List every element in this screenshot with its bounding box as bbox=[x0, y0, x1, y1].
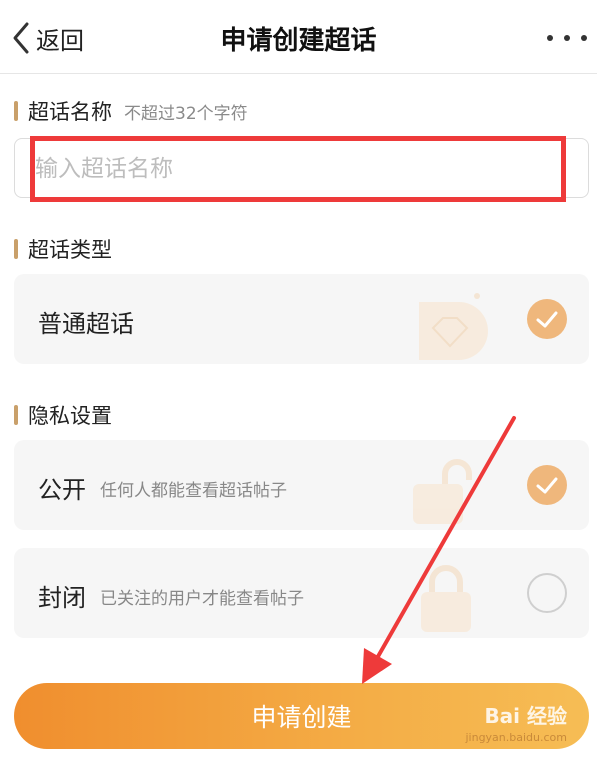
watermark-logo: Bai 经验 bbox=[484, 704, 567, 728]
privacy-section-header: 隐私设置 bbox=[14, 400, 112, 430]
option-normal-supertopic[interactable]: 普通超话 bbox=[14, 274, 589, 364]
selected-check-icon bbox=[527, 465, 567, 505]
lock-decoration-icon bbox=[421, 565, 471, 632]
privacy-section-label: 隐私设置 bbox=[28, 404, 112, 428]
section-bar bbox=[14, 405, 18, 425]
watermark-url: jingyan.baidu.com bbox=[465, 731, 567, 744]
page-title: 申请创建超话 bbox=[220, 26, 377, 56]
baidu-watermark: Bai 经验 jingyan.baidu.com bbox=[465, 700, 567, 744]
section-bar bbox=[14, 239, 18, 259]
type-section-header: 超话类型 bbox=[14, 234, 112, 264]
name-section-hint: 不超过32个字符 bbox=[124, 103, 248, 124]
diamond-decoration-icon bbox=[419, 293, 488, 360]
more-dots-icon bbox=[564, 35, 570, 41]
nav-bar: 返回 申请创建超话 bbox=[0, 0, 597, 74]
more-dots-icon bbox=[581, 35, 587, 41]
type-section-label: 超话类型 bbox=[28, 238, 112, 262]
option-closed[interactable]: 封闭 已关注的用户才能查看帖子 bbox=[14, 548, 589, 638]
name-section-label: 超话名称 bbox=[28, 100, 112, 124]
name-section-header: 超话名称 不超过32个字符 bbox=[14, 96, 248, 126]
unlock-decoration-icon bbox=[413, 459, 472, 524]
option-public[interactable]: 公开 任何人都能查看超话帖子 bbox=[14, 440, 589, 530]
name-input-container bbox=[14, 138, 589, 198]
option-title: 封闭 bbox=[38, 584, 86, 612]
option-description: 已关注的用户才能查看帖子 bbox=[100, 589, 304, 609]
unselected-radio-icon bbox=[527, 573, 567, 613]
option-title: 普通超话 bbox=[38, 310, 134, 338]
create-supertopic-page: 返回 申请创建超话 超话名称 不超过32个字符 超话类型 普通超话 bbox=[0, 0, 597, 765]
section-bar bbox=[14, 101, 18, 121]
more-dots-icon bbox=[547, 35, 553, 41]
supertopic-name-input[interactable] bbox=[35, 149, 555, 189]
option-description: 任何人都能查看超话帖子 bbox=[100, 481, 287, 501]
option-title: 公开 bbox=[38, 476, 86, 504]
more-button[interactable] bbox=[547, 22, 587, 54]
selected-check-icon bbox=[527, 299, 567, 339]
